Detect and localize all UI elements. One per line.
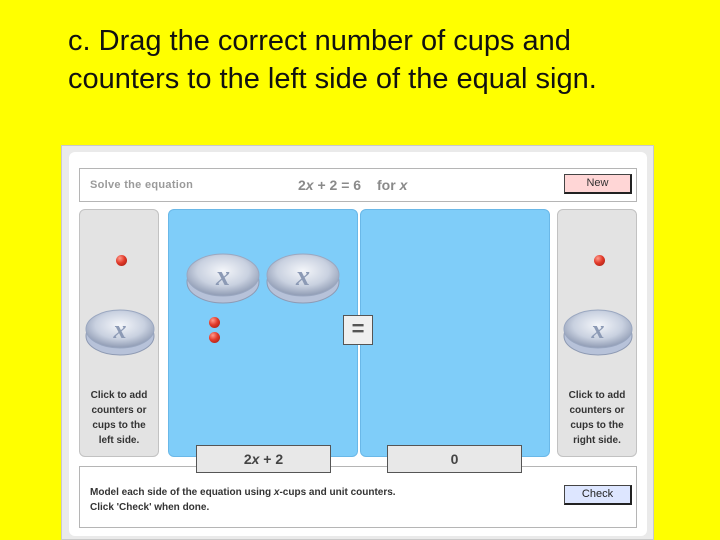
equation-text: 2x + 2 = 6 bbox=[298, 177, 361, 193]
equation-app-window: Solve the equation 2x + 2 = 6 for x New … bbox=[61, 145, 654, 540]
instructions-text: Model each side of the equation using x-… bbox=[90, 485, 396, 515]
x-cup-label: x bbox=[295, 261, 310, 292]
x-cup-label: x bbox=[215, 261, 230, 292]
left-expr-rest: + 2 bbox=[259, 451, 284, 467]
instr-line2: Click 'Check' when done. bbox=[90, 502, 210, 513]
instructions-footer: Model each side of the equation using x-… bbox=[79, 466, 637, 528]
title-prefix: c. bbox=[68, 25, 91, 57]
for-text: for bbox=[377, 177, 400, 193]
right-add-counter[interactable] bbox=[594, 255, 605, 266]
equal-sign: = bbox=[343, 315, 373, 345]
equation-header: Solve the equation 2x + 2 = 6 for x New bbox=[79, 168, 637, 202]
right-add-cup[interactable]: x bbox=[562, 304, 634, 358]
title-line-2: counters to the left side of the equal s… bbox=[68, 63, 597, 95]
left-add-cup[interactable]: x bbox=[84, 304, 156, 358]
equation-rest: + 2 = 6 bbox=[313, 177, 362, 193]
right-expression-box: 0 bbox=[387, 445, 522, 473]
x-cup[interactable]: x bbox=[265, 250, 341, 306]
x-cup[interactable]: x bbox=[185, 250, 261, 306]
app-content: Solve the equation 2x + 2 = 6 for x New … bbox=[69, 152, 647, 536]
instr-line1-b: -cups and unit counters. bbox=[279, 487, 396, 498]
equation-coef: 2 bbox=[298, 177, 306, 193]
equation-var: x bbox=[305, 177, 314, 193]
left-add-cup-label: x bbox=[113, 315, 127, 344]
left-expr-coef: 2 bbox=[243, 451, 252, 467]
slide-title: c. Drag the correct number of cups and c… bbox=[68, 22, 708, 98]
left-tool-panel: x Click to add counters or cups to the l… bbox=[79, 209, 159, 457]
unit-counter[interactable] bbox=[209, 332, 220, 343]
right-tool-panel: x Click to add counters or cups to the r… bbox=[557, 209, 637, 457]
unit-counter[interactable] bbox=[209, 317, 220, 328]
left-side-board[interactable]: x x bbox=[168, 209, 358, 457]
instr-line1-a: Model each side of the equation using bbox=[90, 487, 274, 498]
new-button[interactable]: New bbox=[564, 174, 632, 194]
left-expression-box: 2x + 2 bbox=[196, 445, 331, 473]
left-add-counter[interactable] bbox=[116, 255, 127, 266]
title-line-1: Drag the correct number of cups and bbox=[90, 25, 571, 57]
for-var: x bbox=[399, 177, 408, 193]
left-panel-caption: Click to add counters or cups to the lef… bbox=[90, 390, 148, 446]
right-panel-caption: Click to add counters or cups to the rig… bbox=[568, 390, 626, 446]
right-add-cup-label: x bbox=[591, 315, 605, 344]
for-variable-text: for x bbox=[377, 177, 407, 193]
solve-label: Solve the equation bbox=[90, 179, 194, 191]
right-side-board[interactable] bbox=[360, 209, 550, 457]
check-button[interactable]: Check bbox=[564, 485, 632, 505]
